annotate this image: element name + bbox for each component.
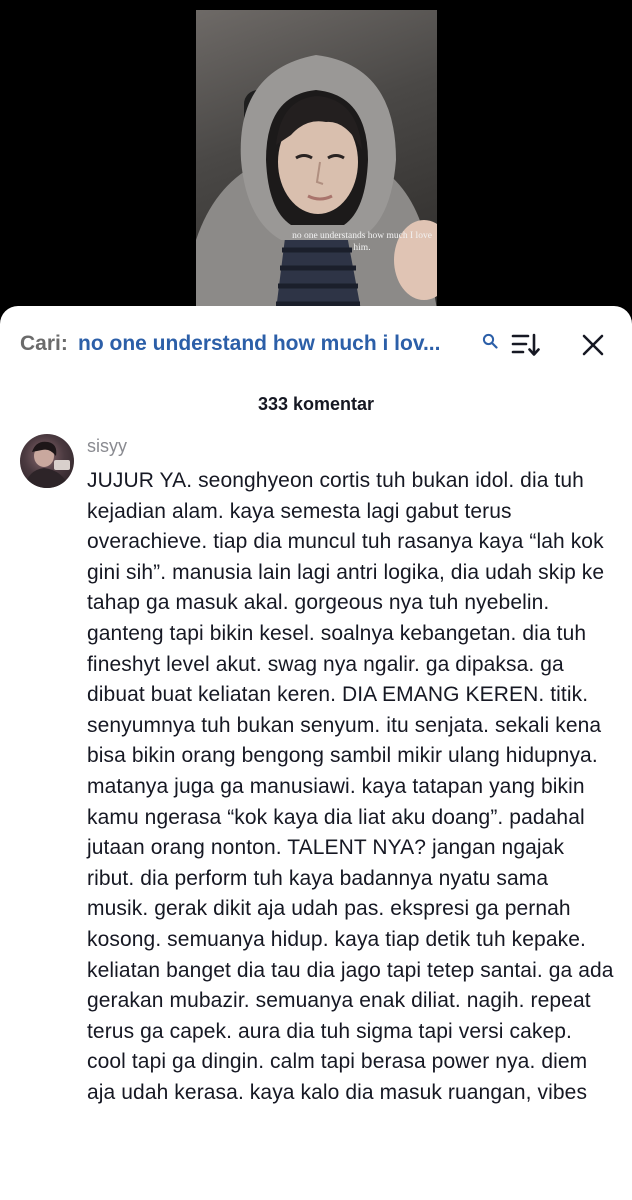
- avatar-image: [24, 441, 70, 488]
- search-prefix-label: Cari:: [20, 332, 68, 355]
- video-area[interactable]: no one understands how much I love him.: [0, 0, 632, 340]
- avatar[interactable]: [20, 434, 74, 488]
- search-bar[interactable]: Cari: no one understand how much i lov..…: [0, 306, 632, 380]
- search-query-link[interactable]: no one understand how much i lov...: [78, 332, 440, 356]
- comment-count: 333 komentar: [257, 394, 375, 414]
- comments-sheet: Cari: no one understand how much i lov..…: [0, 306, 632, 1200]
- video-caption: no one understands how much I love him.: [292, 231, 432, 253]
- sort-icon[interactable]: [511, 332, 541, 358]
- search-icon[interactable]: [482, 333, 498, 349]
- comment-username[interactable]: sisyy: [87, 436, 127, 457]
- close-icon[interactable]: [580, 332, 606, 358]
- video-scene: [196, 55, 437, 310]
- video-thumbnail[interactable]: no one understands how much I love him.: [196, 10, 437, 310]
- comment-text: JUJUR YA. seonghyeon cortis tuh bukan id…: [87, 469, 614, 1104]
